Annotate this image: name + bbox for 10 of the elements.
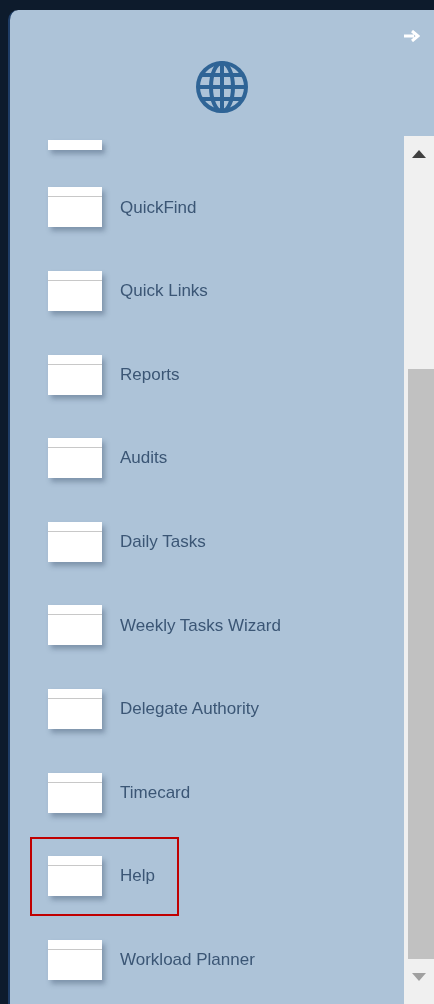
menu-item[interactable]: Quick Links xyxy=(30,251,232,331)
menu-item[interactable]: QuickFind xyxy=(30,167,221,247)
menu-item[interactable]: Daily Tasks xyxy=(30,502,230,582)
menu-item[interactable]: Workload Planner xyxy=(30,920,279,1000)
menu-item[interactable]: Weekly Tasks Wizard xyxy=(30,585,305,665)
menu-item[interactable]: Audits xyxy=(30,418,192,498)
menu-item[interactable]: Help xyxy=(30,836,179,916)
menu-item[interactable]: Delegate Authority xyxy=(30,669,283,749)
menu-item[interactable]: Timecard xyxy=(30,753,215,833)
menu-item[interactable]: Reports xyxy=(30,335,204,415)
